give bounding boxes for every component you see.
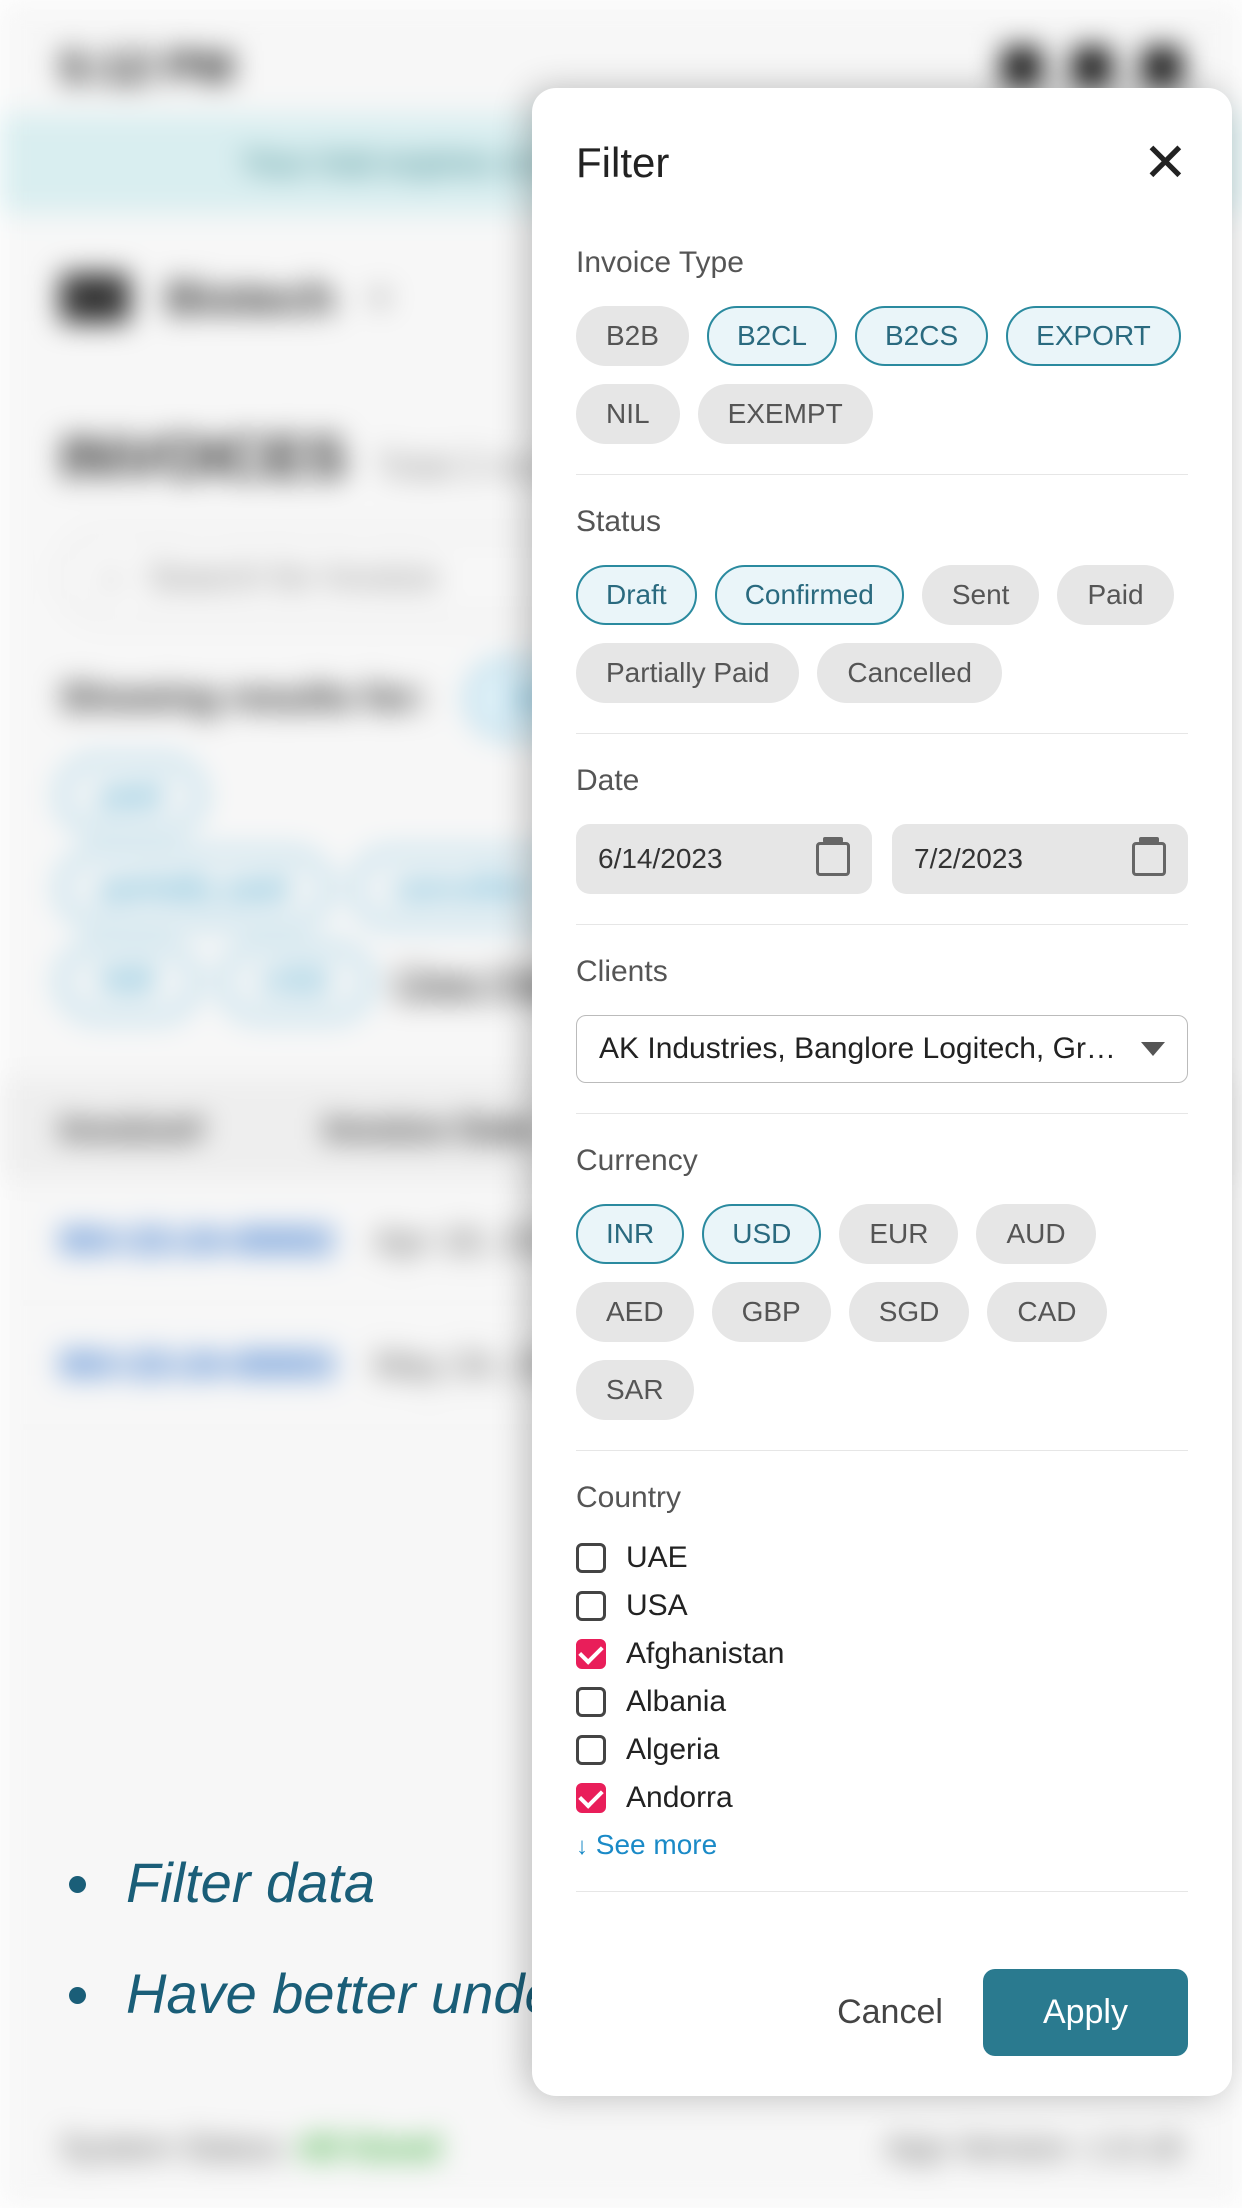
currency-chip-aud[interactable]: AUD xyxy=(976,1204,1095,1264)
wifi-icon xyxy=(1002,47,1042,87)
section-label: Clients xyxy=(576,955,1188,989)
status-time: 5:12 PM xyxy=(60,40,234,94)
apply-button[interactable]: Apply xyxy=(983,1969,1188,2056)
country-label: UAE xyxy=(626,1541,688,1575)
clients-value: AK Industries, Banglore Logitech, Gr… xyxy=(599,1032,1116,1066)
checkbox-icon xyxy=(576,1591,606,1621)
invoice-type-chip-b2cs[interactable]: B2CS xyxy=(855,306,988,366)
clients-select[interactable]: AK Industries, Banglore Logitech, Gr… xyxy=(576,1015,1188,1083)
country-checkbox-afghanistan[interactable]: Afghanistan xyxy=(576,1637,1188,1671)
caret-down-icon xyxy=(1141,1042,1165,1056)
date-from-value: 6/14/2023 xyxy=(598,843,723,875)
invoice-type-chip-exempt[interactable]: EXEMPT xyxy=(698,384,873,444)
status-chip-confirmed[interactable]: Confirmed xyxy=(715,565,904,625)
section-label: Country xyxy=(576,1481,1188,1515)
country-label: Algeria xyxy=(626,1733,719,1767)
checkbox-icon xyxy=(576,1543,606,1573)
chevron-down-icon[interactable]: ▾ xyxy=(371,277,389,319)
page-title: INVOICES xyxy=(60,423,347,492)
country-checkbox-usa[interactable]: USA xyxy=(576,1589,1188,1623)
currency-chip-aed[interactable]: AED xyxy=(576,1282,694,1342)
filter-chip[interactable]: paid xyxy=(60,759,202,832)
section-label: Invoice Type xyxy=(576,246,1188,280)
country-checkbox-uae[interactable]: UAE xyxy=(576,1541,1188,1575)
checkbox-icon xyxy=(576,1687,606,1717)
currency-chip-inr[interactable]: INR xyxy=(576,1204,684,1264)
country-checkbox-andorra[interactable]: Andorra xyxy=(576,1781,1188,1815)
signal-icon xyxy=(1072,47,1112,87)
currency-chip-usd[interactable]: USD xyxy=(702,1204,821,1264)
checkbox-icon xyxy=(576,1735,606,1765)
see-more-link[interactable]: ↓ See more xyxy=(576,1829,1188,1861)
calendar-icon xyxy=(1132,842,1166,876)
currency-chip-sgd[interactable]: SGD xyxy=(849,1282,970,1342)
footer: System Status: All Good App Version: 1.6… xyxy=(0,2089,1242,2208)
section-country: Country UAE USA Afghanistan Albania Algeria A… xyxy=(576,1451,1188,1892)
currency-chip-cad[interactable]: CAD xyxy=(987,1282,1106,1342)
menu-icon[interactable] xyxy=(60,273,130,323)
country-label: USA xyxy=(626,1589,688,1623)
section-invoice-type: Invoice Type B2B B2CL B2CS EXPORT NIL EXEMPT xyxy=(576,216,1188,475)
currency-chip-gbp[interactable]: GBP xyxy=(712,1282,831,1342)
section-label: Date xyxy=(576,764,1188,798)
date-to-value: 7/2/2023 xyxy=(914,843,1023,875)
currency-chip-sar[interactable]: SAR xyxy=(576,1360,694,1420)
close-icon[interactable]: ✕ xyxy=(1143,136,1188,190)
invoice-type-chip-b2b[interactable]: B2B xyxy=(576,306,689,366)
status-chip-draft[interactable]: Draft xyxy=(576,565,697,625)
filter-chip[interactable]: partially paid xyxy=(60,852,329,925)
date-to-input[interactable]: 7/2/2023 xyxy=(892,824,1188,894)
section-label: Currency xyxy=(576,1144,1188,1178)
invoice-type-chip-export[interactable]: EXPORT xyxy=(1006,306,1181,366)
invoice-type-chip-nil[interactable]: NIL xyxy=(576,384,680,444)
modal-title: Filter xyxy=(576,139,669,187)
filter-chip[interactable]: INR xyxy=(60,945,197,1018)
date-from-input[interactable]: 6/14/2023 xyxy=(576,824,872,894)
country-checkbox-algeria[interactable]: Algeria xyxy=(576,1733,1188,1767)
currency-chip-eur[interactable]: EUR xyxy=(839,1204,958,1264)
country-label: Albania xyxy=(626,1685,726,1719)
checkbox-icon xyxy=(576,1639,606,1669)
org-name: Biotech xyxy=(166,271,335,325)
section-date: Date 6/14/2023 7/2/2023 xyxy=(576,734,1188,925)
section-currency: Currency INR USD EUR AUD AED GBP SGD CAD SAR xyxy=(576,1114,1188,1451)
calendar-icon xyxy=(816,842,850,876)
status-chip-sent[interactable]: Sent xyxy=(922,565,1040,625)
search-icon: ⌕ xyxy=(102,556,122,599)
status-chip-cancelled[interactable]: Cancelled xyxy=(817,643,1002,703)
status-chip-paid[interactable]: Paid xyxy=(1057,565,1173,625)
invoice-type-chip-b2cl[interactable]: B2CL xyxy=(707,306,837,366)
col-invoice: Invoice# xyxy=(60,1108,204,1150)
col-date: Invoice Date xyxy=(324,1108,536,1150)
checkbox-icon xyxy=(576,1783,606,1813)
section-clients: Clients AK Industries, Banglore Logitech… xyxy=(576,925,1188,1114)
results-label: Showing results for: xyxy=(60,677,427,720)
section-label: Status xyxy=(576,505,1188,539)
country-label: Andorra xyxy=(626,1781,733,1815)
section-status: Status Draft Confirmed Sent Paid Partially P… xyxy=(576,475,1188,734)
status-chip-partially-paid[interactable]: Partially Paid xyxy=(576,643,799,703)
filter-modal: Filter ✕ Invoice Type B2B B2CL B2CS EXPORT N… xyxy=(532,88,1232,2096)
country-checkbox-albania[interactable]: Albania xyxy=(576,1685,1188,1719)
filter-chip[interactable]: USD xyxy=(221,945,371,1018)
country-label: Afghanistan xyxy=(626,1637,784,1671)
search-placeholder: Search for Invoice xyxy=(148,556,438,598)
battery-icon xyxy=(1142,47,1182,87)
cancel-button[interactable]: Cancel xyxy=(837,1993,943,2032)
